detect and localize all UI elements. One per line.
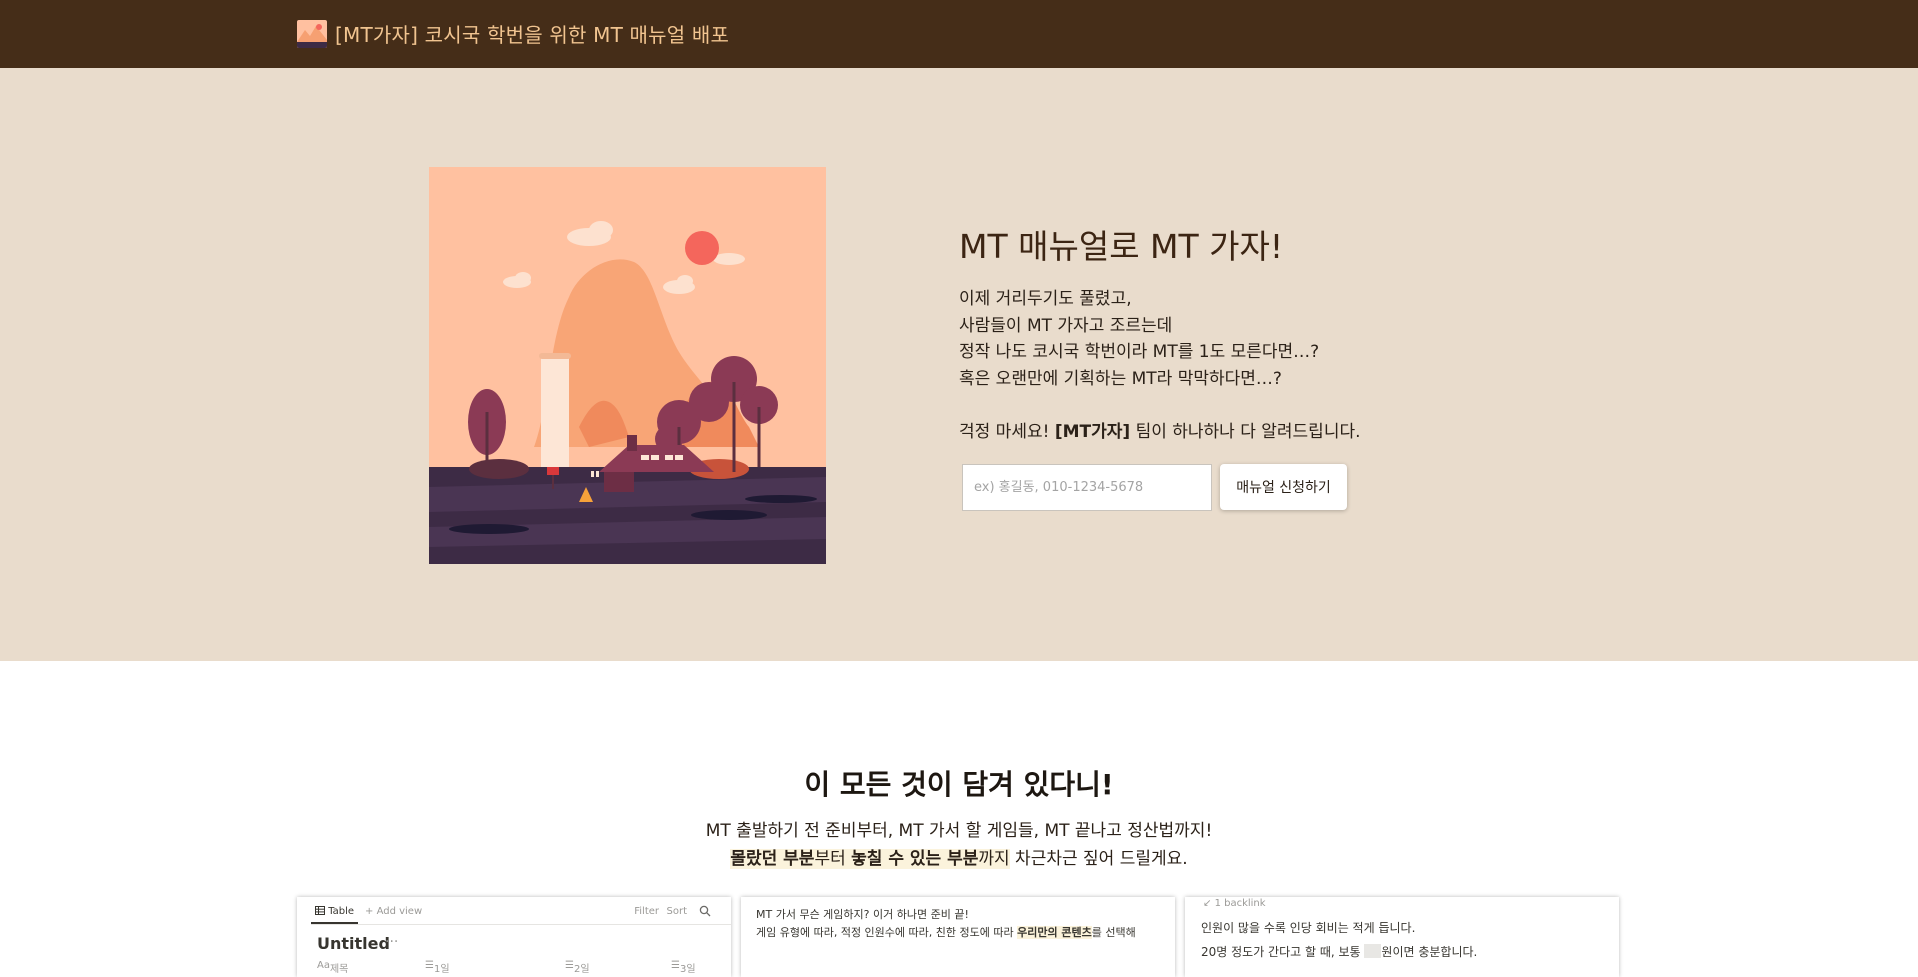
column-header-day2: ☰ 2일 [565, 960, 590, 975]
arrow-icon: ↙ [1203, 898, 1215, 909]
hero-closing-line: 걱정 마세요! [MT가자] 팀이 하나하나 다 알려드립니다. [959, 419, 1419, 446]
games-line-2: 게임 유형에 따라, 적정 인원수에 따라, 친한 정도에 따라 우리만의 콘텐… [756, 924, 1175, 942]
team-name: [MT가자] [1054, 421, 1131, 442]
backlink-indicator[interactable]: ↙ 1 backlink [1203, 898, 1266, 909]
games-highlight: 우리만의 콘텐츠 [1017, 926, 1092, 939]
database-title[interactable]: Untitled [317, 934, 390, 953]
games-line-1: MT 가서 무슨 게임하지? 이거 하나면 준비 끝! [756, 908, 969, 921]
more-options-icon[interactable]: ··· [385, 934, 398, 950]
cost-line-1: 인원이 많을 수록 인당 회비는 적게 듭니다. [1201, 921, 1416, 935]
mountain-landscape-illustration [429, 167, 826, 564]
table-preview-card[interactable]: Table + Add view Filter Sort Untitled ··… [297, 897, 731, 977]
hero-title: MT 매뉴얼로 MT 가자! [959, 227, 1284, 266]
features-description: MT 출발하기 전 준비부터, MT 가서 할 게임들, MT 끝나고 정산법까… [0, 817, 1918, 873]
column-header-title: Aa 제목 [317, 960, 349, 975]
highlight-missable-parts: 놓칠 수 있는 부분 [851, 849, 979, 869]
sort-button[interactable]: Sort [667, 906, 688, 917]
features-text-end: 차근차근 짚어 드릴게요. [1009, 849, 1188, 869]
features-text-from: 부터 [814, 849, 852, 869]
column-header-day1: ☰ 1일 [425, 960, 450, 975]
redacted-amount [1364, 944, 1382, 958]
cost-line-2-post: 원이면 충분합니다. [1381, 945, 1478, 959]
hero-description: 이제 거리두기도 풀렸고, 사람들이 MT 가자고 조르는데 정작 나도 코시국… [959, 286, 1419, 445]
cost-line-2-pre: 20명 정도가 간다고 할 때, 보통 [1201, 945, 1365, 959]
features-line-1: MT 출발하기 전 준비부터, MT 가서 할 게임들, MT 끝나고 정산법까… [705, 821, 1213, 841]
features-text-to: 까지 [978, 849, 1010, 869]
plus-icon: + [365, 906, 377, 917]
add-view-label: Add view [376, 906, 423, 917]
add-view-button[interactable]: + Add view [365, 906, 422, 917]
features-line-2: 몰랐던 부분부터 놓칠 수 있는 부분까지 차근차근 짚어 드릴게요. [0, 845, 1918, 873]
column-header-day3: ☰ 3일 [671, 960, 696, 975]
search-icon[interactable] [699, 905, 711, 917]
games-preview-card[interactable]: MT 가서 무슨 게임하지? 이거 하나면 준비 끝! 게임 유형에 따라, 적… [741, 897, 1175, 977]
tab-table-label: Table [328, 906, 355, 917]
backlink-label: 1 backlink [1214, 898, 1266, 909]
database-toolbar: Table + Add view Filter Sort [310, 905, 723, 924]
games-line-2-post: 를 선택해 [1091, 926, 1136, 939]
table-icon [315, 906, 325, 915]
site-title[interactable]: [MT가자] 코시국 학번을 위한 MT 매뉴얼 배포 [335, 19, 729, 48]
cost-preview-card[interactable]: ↙ 1 backlink 인원이 많을 수록 인당 회비는 적게 듭니다. 20… [1185, 897, 1619, 977]
hero-line-2: 사람들이 MT 가자고 조르는데 [959, 315, 1173, 336]
hero-line-1: 이제 거리두기도 풀렸고, [959, 289, 1132, 309]
cost-line-2: 20명 정도가 간다고 할 때, 보통 원이면 충분합니다. [1201, 940, 1619, 964]
top-navbar: [MT가자] 코시국 학번을 위한 MT 매뉴얼 배포 [0, 0, 1918, 68]
toolbar-divider [311, 924, 731, 925]
tab-table[interactable]: Table [310, 906, 359, 924]
name-phone-input[interactable] [962, 464, 1212, 511]
closing-text-post: 팀이 하나하나 다 알려드립니다. [1130, 421, 1361, 442]
games-line-2-pre: 게임 유형에 따라, 적정 인원수에 따라, 친한 정도에 따라 [756, 926, 1018, 939]
hero-line-3: 정작 나도 코시국 학번이라 MT를 1도 모른다면…? [959, 342, 1320, 362]
highlight-unknown-parts: 몰랐던 부분 [730, 849, 815, 869]
filter-button[interactable]: Filter [634, 906, 659, 917]
hero-section: MT 매뉴얼로 MT 가자! 이제 거리두기도 풀렸고, 사람들이 MT 가자고… [0, 68, 1918, 661]
apply-manual-button[interactable]: 매뉴얼 신청하기 [1220, 464, 1347, 510]
games-description: MT 가서 무슨 게임하지? 이거 하나면 준비 끝! 게임 유형에 따라, 적… [756, 906, 1175, 942]
closing-text-pre: 걱정 마세요! [959, 421, 1055, 442]
features-heading: 이 모든 것이 담겨 있다니! [804, 768, 1114, 801]
landscape-logo-icon[interactable] [297, 20, 327, 48]
cost-description: 인원이 많을 수록 인당 회비는 적게 듭니다. 20명 정도가 간다고 할 때… [1201, 916, 1619, 964]
hero-line-4: 혹은 오랜만에 기획하는 MT라 막막하다면…? [959, 368, 1282, 389]
